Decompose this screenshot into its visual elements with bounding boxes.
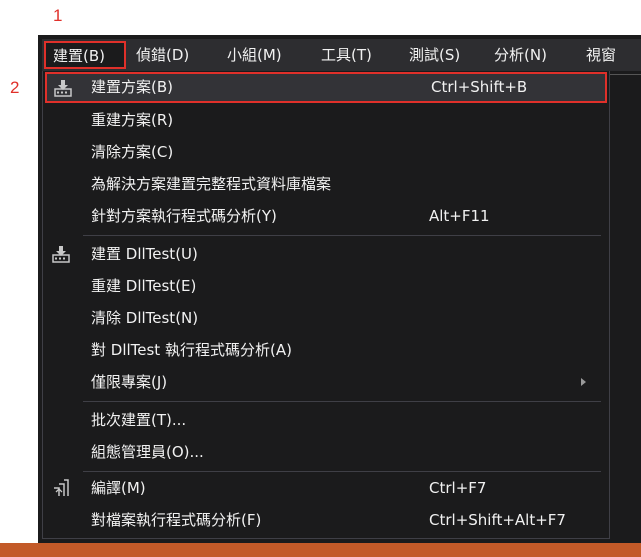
menu-analyze[interactable]: 分析(N) (494, 39, 547, 71)
submenu-arrow-icon (581, 378, 586, 386)
callout-number-1: 1 (53, 6, 63, 25)
menu-item-compile[interactable]: 編譯(M) Ctrl+F7 (43, 472, 609, 504)
menu-separator (83, 235, 601, 236)
menu-item-build-solution[interactable]: 建置方案(B) Ctrl+Shift+B (45, 72, 607, 103)
menu-item-label: 清除方案(C) (91, 143, 174, 161)
build-icon (54, 79, 72, 97)
menu-item-build-project[interactable]: 建置 DllTest(U) (43, 238, 609, 270)
menu-item-rebuild-solution[interactable]: 重建方案(R) (43, 104, 609, 136)
menu-item-label: 對 DllTest 執行程式碼分析(A) (91, 341, 292, 359)
menu-team[interactable]: 小組(M) (227, 39, 282, 71)
menu-item-label: 編譯(M) (91, 479, 146, 497)
menu-window[interactable]: 視窗 (586, 39, 616, 71)
menu-item-shortcut: Ctrl+Shift+B (431, 78, 528, 96)
menu-item-run-code-analysis-solution[interactable]: 針對方案執行程式碼分析(Y) Alt+F11 (43, 200, 609, 232)
menu-item-label: 建置 DllTest(U) (91, 245, 198, 263)
menu-item-rebuild-project[interactable]: 重建 DllTest(E) (43, 270, 609, 302)
menu-item-project-only[interactable]: 僅限專案(J) (43, 366, 609, 398)
menu-item-batch-build[interactable]: 批次建置(T)... (43, 404, 609, 436)
build-dropdown-menu: 建置方案(B) Ctrl+Shift+B 重建方案(R) 清除方案(C) 為解決… (42, 71, 610, 539)
menu-item-clean-project[interactable]: 清除 DllTest(N) (43, 302, 609, 334)
menu-tools[interactable]: 工具(T) (321, 39, 372, 71)
menu-item-build-full-pdb[interactable]: 為解決方案建置完整程式資料庫檔案 (43, 168, 609, 200)
build-icon (52, 245, 70, 263)
menu-item-label: 僅限專案(J) (91, 373, 168, 391)
divider-line (610, 74, 641, 75)
callout-number-2: 2 (10, 78, 20, 97)
menu-separator (83, 401, 601, 402)
menu-item-label: 重建 DllTest(E) (91, 277, 197, 295)
menu-item-label: 對檔案執行程式碼分析(F) (91, 511, 262, 529)
menu-debug[interactable]: 偵錯(D) (136, 39, 189, 71)
menu-item-label: 組態管理員(O)... (91, 443, 204, 461)
menu-item-clean-solution[interactable]: 清除方案(C) (43, 136, 609, 168)
compile-icon (52, 479, 70, 497)
menu-build[interactable]: 建置(B) (44, 41, 126, 69)
menu-item-run-code-analysis-file[interactable]: 對檔案執行程式碼分析(F) Ctrl+Shift+Alt+F7 (43, 504, 609, 536)
status-bar (0, 543, 641, 557)
menu-item-label: 為解決方案建置完整程式資料庫檔案 (91, 175, 332, 193)
menu-item-label: 重建方案(R) (91, 111, 174, 129)
menu-item-shortcut: Ctrl+F7 (429, 479, 487, 497)
menu-item-label: 批次建置(T)... (91, 411, 187, 429)
menu-item-label: 建置方案(B) (91, 78, 173, 96)
menu-item-run-code-analysis-project[interactable]: 對 DllTest 執行程式碼分析(A) (43, 334, 609, 366)
menu-item-label: 針對方案執行程式碼分析(Y) (91, 207, 277, 225)
menu-item-label: 清除 DllTest(N) (91, 309, 199, 327)
screenshot-stage: 1 2 建置(B) 偵錯(D) 小組(M) 工具(T) 測試(S) 分析(N) … (0, 0, 641, 557)
menu-item-shortcut: Ctrl+Shift+Alt+F7 (429, 511, 566, 529)
menu-bar: 建置(B) 偵錯(D) 小組(M) 工具(T) 測試(S) 分析(N) 視窗 (42, 39, 641, 71)
menu-item-shortcut: Alt+F11 (429, 207, 490, 225)
menu-item-configuration-manager[interactable]: 組態管理員(O)... (43, 436, 609, 468)
menu-test[interactable]: 測試(S) (409, 39, 460, 71)
